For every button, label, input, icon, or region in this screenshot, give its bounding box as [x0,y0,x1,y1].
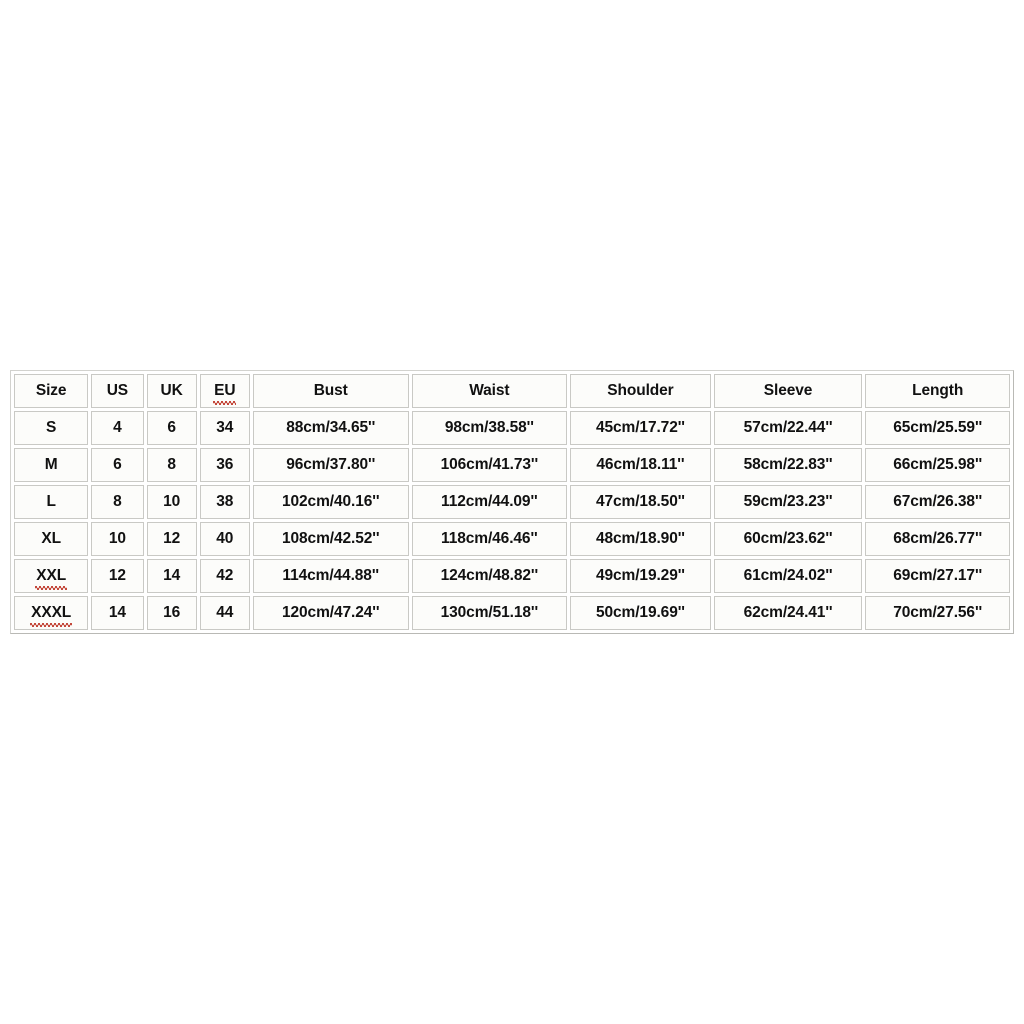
cell-eu: 34 [199,411,250,445]
cell-size: L [14,485,89,519]
cell-waist: 106cm/41.73'' [411,448,568,482]
cell-uk: 6 [146,411,197,445]
cell-shoulder: 45cm/17.72'' [570,411,711,445]
cell-shoulder: 47cm/18.50'' [570,485,711,519]
cell-eu: 38 [199,485,250,519]
cell-size: XXL [14,559,89,593]
cell-length: 70cm/27.56'' [865,596,1010,630]
column-header-waist: Waist [411,374,568,408]
cell-eu: 42 [199,559,250,593]
cell-shoulder: 49cm/19.29'' [570,559,711,593]
cell-uk: 12 [146,522,197,556]
cell-uk: 14 [146,559,197,593]
cell-sleeve: 57cm/22.44'' [713,411,863,445]
cell-size: XL [14,522,89,556]
cell-sleeve: 58cm/22.83'' [713,448,863,482]
table-row: M 6 8 36 96cm/37.80'' 106cm/41.73'' 46cm… [14,448,1010,482]
cell-sleeve: 61cm/24.02'' [713,559,863,593]
table-row: S 4 6 34 88cm/34.65'' 98cm/38.58'' 45cm/… [14,411,1010,445]
column-header-uk: UK [146,374,197,408]
cell-eu: 36 [199,448,250,482]
column-header-us: US [91,374,144,408]
cell-waist: 98cm/38.58'' [411,411,568,445]
table-row: L 8 10 38 102cm/40.16'' 112cm/44.09'' 47… [14,485,1010,519]
column-header-eu: EU [199,374,250,408]
cell-us: 6 [91,448,144,482]
table-row: XXXL 14 16 44 120cm/47.24'' 130cm/51.18'… [14,596,1010,630]
cell-length: 69cm/27.17'' [865,559,1010,593]
cell-size: S [14,411,89,445]
cell-us: 8 [91,485,144,519]
cell-eu: 40 [199,522,250,556]
cell-waist: 118cm/46.46'' [411,522,568,556]
table-row: XL 10 12 40 108cm/42.52'' 118cm/46.46'' … [14,522,1010,556]
cell-uk: 8 [146,448,197,482]
column-header-bust: Bust [252,374,409,408]
cell-length: 67cm/26.38'' [865,485,1010,519]
column-header-size: Size [14,374,89,408]
size-chart-container: Size US UK EU Bust Waist Shoulder Sleeve… [10,370,1014,634]
page-canvas: Size US UK EU Bust Waist Shoulder Sleeve… [0,0,1024,1024]
cell-shoulder: 48cm/18.90'' [570,522,711,556]
spellcheck-underline-xxl: XXL [35,566,67,590]
cell-bust: 96cm/37.80'' [252,448,409,482]
size-chart-table: Size US UK EU Bust Waist Shoulder Sleeve… [10,370,1014,634]
cell-eu: 44 [199,596,250,630]
cell-waist: 130cm/51.18'' [411,596,568,630]
cell-bust: 120cm/47.24'' [252,596,409,630]
spellcheck-underline-eu: EU [213,381,237,405]
cell-uk: 10 [146,485,197,519]
cell-waist: 124cm/48.82'' [411,559,568,593]
cell-size: XXXL [14,596,89,630]
column-header-shoulder: Shoulder [570,374,711,408]
table-body: S 4 6 34 88cm/34.65'' 98cm/38.58'' 45cm/… [14,411,1010,630]
table-row: XXL 12 14 42 114cm/44.88'' 124cm/48.82''… [14,559,1010,593]
cell-shoulder: 46cm/18.11'' [570,448,711,482]
cell-sleeve: 60cm/23.62'' [713,522,863,556]
cell-bust: 114cm/44.88'' [252,559,409,593]
cell-shoulder: 50cm/19.69'' [570,596,711,630]
cell-sleeve: 59cm/23.23'' [713,485,863,519]
cell-length: 68cm/26.77'' [865,522,1010,556]
cell-waist: 112cm/44.09'' [411,485,568,519]
cell-us: 4 [91,411,144,445]
cell-sleeve: 62cm/24.41'' [713,596,863,630]
cell-bust: 102cm/40.16'' [252,485,409,519]
cell-length: 66cm/25.98'' [865,448,1010,482]
cell-us: 12 [91,559,144,593]
cell-bust: 88cm/34.65'' [252,411,409,445]
table-header-row: Size US UK EU Bust Waist Shoulder Sleeve… [14,374,1010,408]
table-header: Size US UK EU Bust Waist Shoulder Sleeve… [14,374,1010,408]
cell-bust: 108cm/42.52'' [252,522,409,556]
cell-size: M [14,448,89,482]
cell-us: 14 [91,596,144,630]
cell-uk: 16 [146,596,197,630]
cell-us: 10 [91,522,144,556]
column-header-length: Length [865,374,1010,408]
column-header-sleeve: Sleeve [713,374,863,408]
cell-length: 65cm/25.59'' [865,411,1010,445]
spellcheck-underline-xxxl: XXXL [30,603,73,627]
